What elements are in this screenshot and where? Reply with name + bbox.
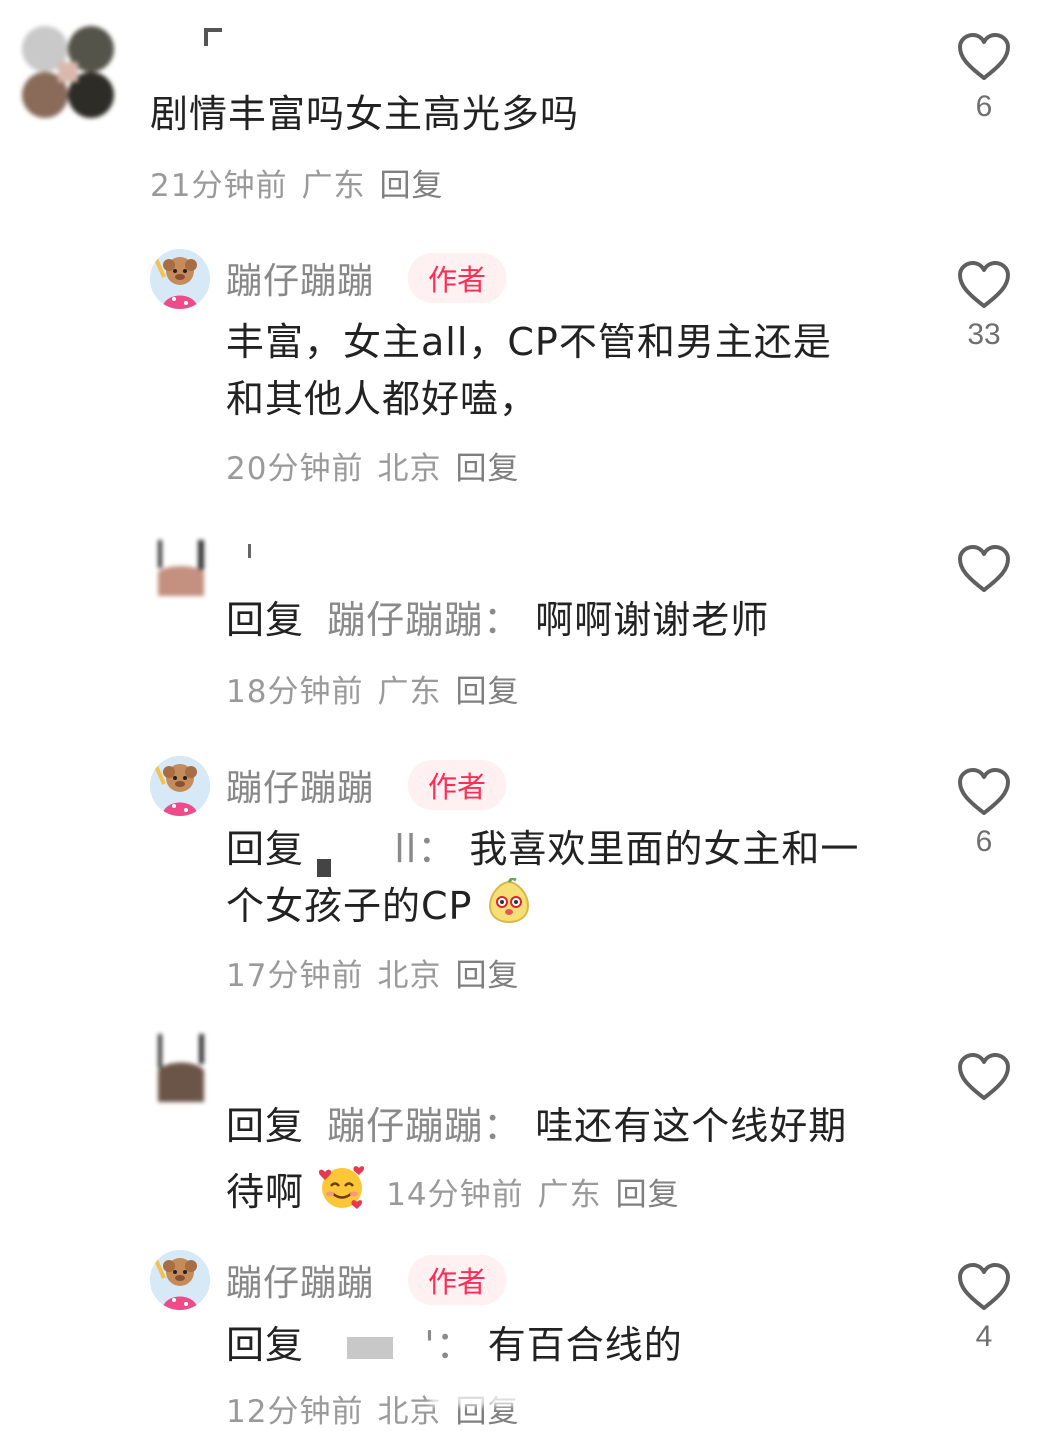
like-button[interactable]: 6: [949, 32, 1019, 124]
comment-meta: 20分钟前 北京 回复: [226, 443, 533, 488]
comment-text: 回复 蹦仔蹦蹦： 啊啊谢谢老师: [226, 592, 769, 648]
comment-location: 广东: [377, 674, 442, 710]
username-redacted: [317, 859, 332, 877]
reply-prefix: 回复: [226, 827, 305, 871]
heart-outline-icon: [958, 261, 1010, 308]
author-badge: 作者: [408, 760, 507, 810]
reply-button[interactable]: 回复: [616, 1177, 680, 1213]
reply-button[interactable]: 回复: [455, 451, 519, 487]
author-name[interactable]: 蹦仔蹦蹦: [226, 252, 374, 304]
author-badge: 作者: [408, 1255, 507, 1305]
reply-target[interactable]: 蹦仔蹦蹦：: [327, 1104, 522, 1148]
comment-time: 20分钟前: [226, 451, 364, 487]
like-count: 33: [967, 318, 1001, 351]
avatar[interactable]: [158, 1034, 204, 1102]
comment-time: 18分钟前: [226, 674, 364, 710]
comment-location: 北京: [377, 451, 442, 487]
heart-outline-icon: [958, 545, 1010, 592]
comment-time: 14分钟前: [386, 1177, 524, 1213]
author-badge: 作者: [408, 253, 507, 303]
reply-button[interactable]: 回复: [455, 958, 519, 994]
username-redacted: [347, 1336, 394, 1359]
comment-meta: 14分钟前 广东 回复: [386, 1177, 693, 1213]
comment-location: 广东: [301, 168, 366, 204]
reply-content: 啊啊谢谢老师: [535, 598, 770, 642]
like-button[interactable]: 33: [949, 260, 1019, 352]
comment-time: 21分钟前: [150, 168, 288, 204]
like-button[interactable]: [949, 1052, 1019, 1106]
reply-prefix: 回复: [226, 1104, 305, 1148]
comment-text: 和其他人都好嗑，: [226, 377, 539, 421]
heart-outline-icon: [958, 1053, 1010, 1100]
reply-button[interactable]: 回复: [379, 168, 443, 204]
reply-content: 个女孩子的CP: [226, 884, 473, 928]
author-name[interactable]: 蹦仔蹦蹦: [226, 759, 374, 811]
comment-meta: 17分钟前 北京 回复: [226, 950, 533, 995]
heart-outline-icon: [958, 1263, 1010, 1310]
like-count: 4: [975, 1320, 993, 1353]
reply-content: 有百合线的: [487, 1323, 683, 1367]
comment-meta: 18分钟前 广东 回复: [226, 666, 533, 711]
like-button[interactable]: 6: [949, 767, 1019, 859]
like-button[interactable]: [949, 544, 1019, 598]
comment-text: 回复 ll： 我喜欢里面的女主和一: [226, 821, 859, 877]
reply-target[interactable]: '：: [424, 1323, 474, 1367]
heart-outline-icon: [958, 33, 1010, 80]
comment-text: 剧情丰富吗女主高光多吗: [150, 92, 580, 136]
reply-prefix: 回复: [226, 598, 305, 642]
reply-content: 我喜欢里面的女主和一: [469, 827, 860, 871]
comment-location: 北京: [377, 958, 442, 994]
watermark: [430, 1376, 620, 1406]
comment-time: 12分钟前: [226, 1394, 364, 1430]
author-avatar[interactable]: [150, 756, 210, 816]
reply-target[interactable]: 蹦仔蹦蹦：: [327, 598, 522, 642]
reply-button[interactable]: 回复: [455, 674, 519, 710]
author-avatar[interactable]: [150, 249, 210, 309]
author-name[interactable]: 蹦仔蹦蹦: [226, 1254, 374, 1306]
comment-text: 个女孩子的CP: [226, 876, 532, 939]
avatar[interactable]: [158, 540, 204, 596]
comment-text: 回复 蹦仔蹦蹦： 哇还有这个线好期: [226, 1098, 847, 1154]
comment-time: 17分钟前: [226, 958, 364, 994]
comment-text: 回复 '： 有百合线的: [226, 1317, 683, 1373]
reply-content: 哇还有这个线好期: [535, 1104, 848, 1148]
author-avatar[interactable]: [150, 1250, 210, 1310]
mango-face-emoji: [486, 876, 532, 939]
avatar[interactable]: [22, 26, 114, 118]
comment-meta: 21分钟前 广东 回复: [150, 160, 457, 205]
username-redacted: [204, 28, 222, 46]
heart-outline-icon: [958, 768, 1010, 815]
username-redacted: [248, 544, 251, 558]
reply-content: 待啊: [226, 1170, 305, 1214]
like-count: 6: [975, 90, 993, 123]
comment-text: 待啊 14分钟前 广东 回复: [226, 1162, 694, 1227]
like-button[interactable]: 4: [949, 1262, 1019, 1354]
smiling-face-with-hearts-emoji: [317, 1162, 367, 1227]
like-count: 6: [975, 825, 993, 858]
reply-prefix: 回复: [226, 1323, 305, 1367]
comment-text: 丰富，女主all，CP不管和男主还是: [226, 320, 832, 364]
reply-target[interactable]: ll：: [394, 827, 456, 871]
comment-location: 广东: [537, 1177, 602, 1213]
